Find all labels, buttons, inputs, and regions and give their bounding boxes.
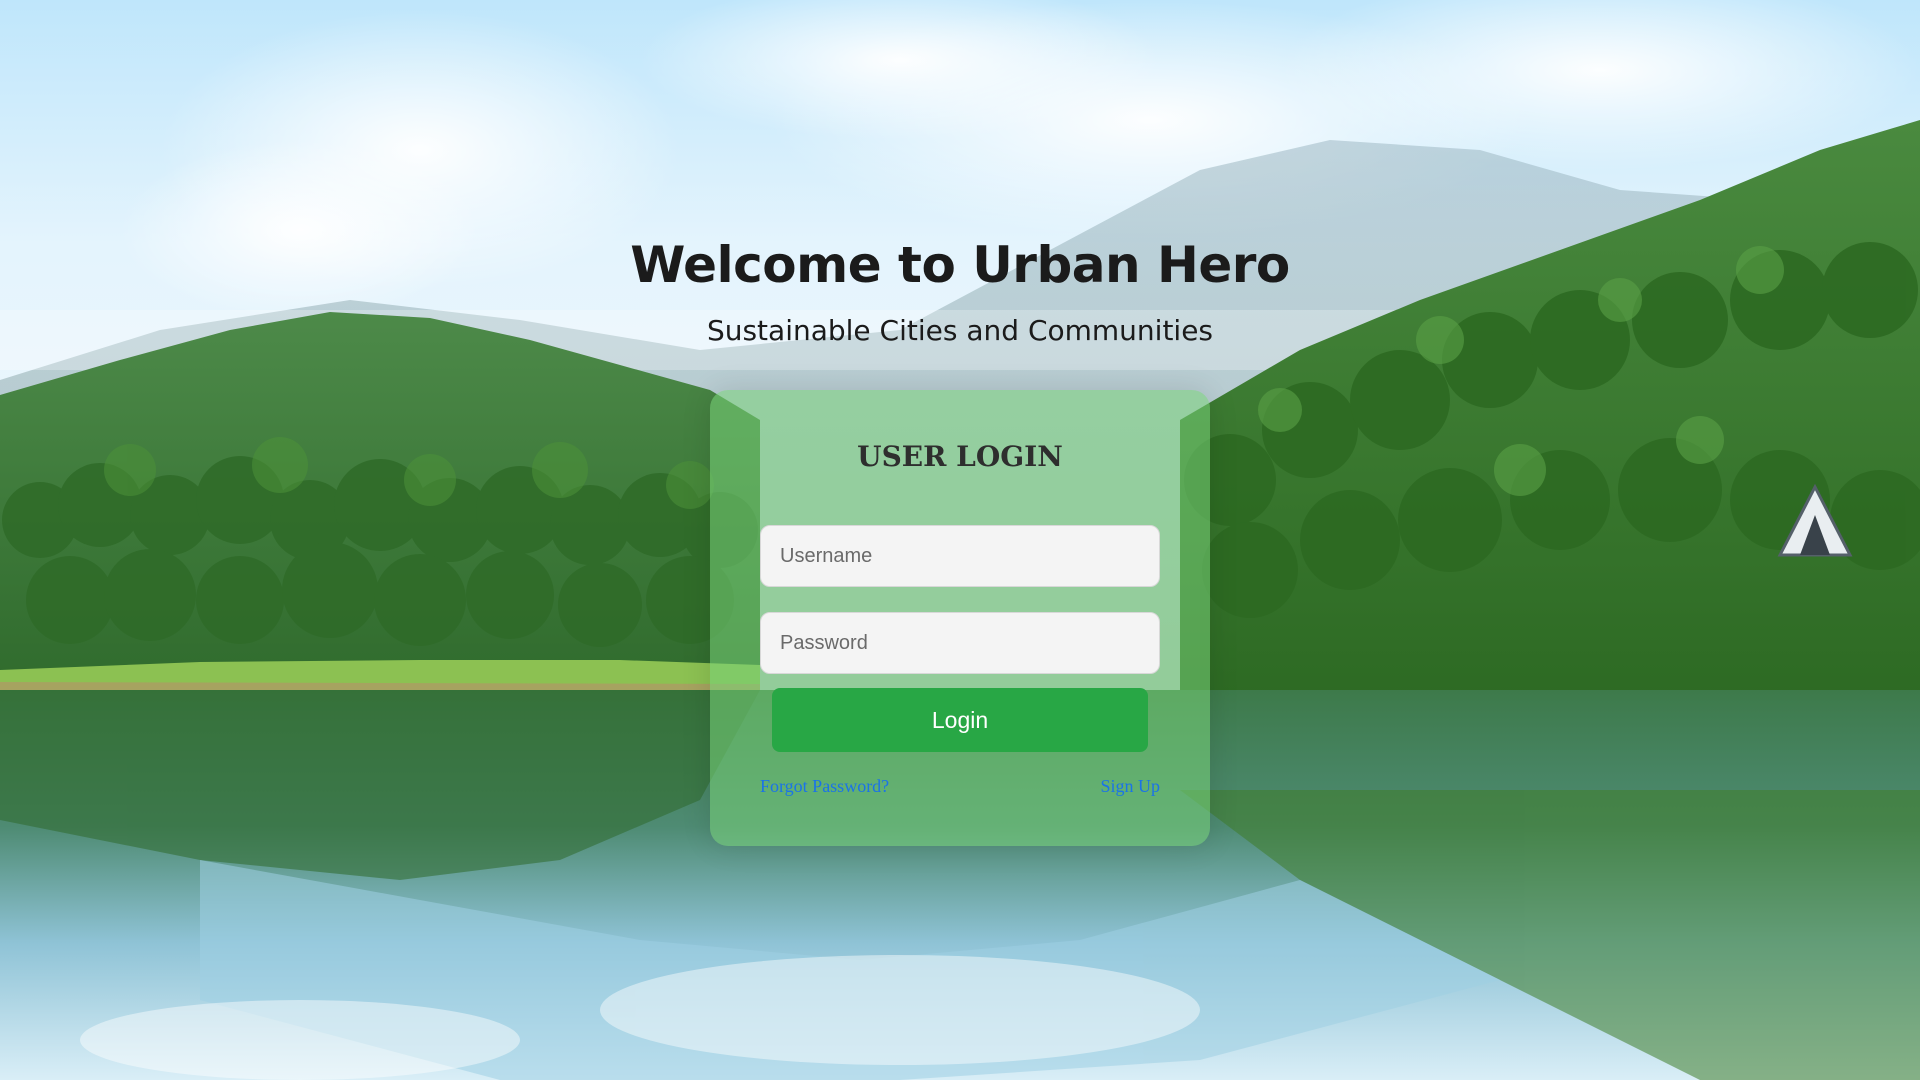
username-input[interactable] (760, 525, 1160, 587)
login-button[interactable]: Login (772, 688, 1148, 752)
login-heading: USER LOGIN (857, 440, 1063, 473)
login-card: USER LOGIN Login Forgot Password? Sign U… (710, 390, 1210, 846)
password-input[interactable] (760, 612, 1160, 674)
page-title: Welcome to Urban Hero (630, 236, 1290, 294)
sign-up-link[interactable]: Sign Up (1100, 776, 1160, 797)
forgot-password-link[interactable]: Forgot Password? (760, 776, 889, 797)
page-subtitle: Sustainable Cities and Communities (706, 314, 1214, 347)
